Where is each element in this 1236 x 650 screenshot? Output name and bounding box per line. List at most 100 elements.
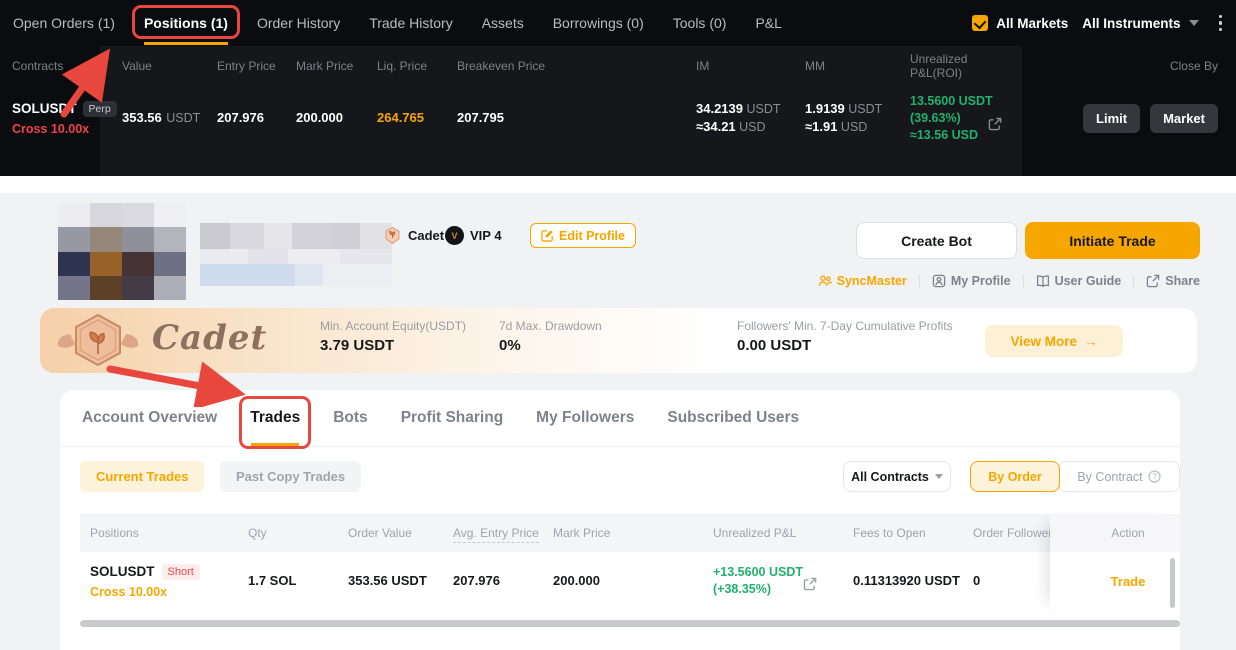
- action-column: Action Trade: [1050, 514, 1180, 610]
- tab-trades[interactable]: Trades: [250, 390, 300, 446]
- stat-max-drawdown: 7d Max. Drawdown 0%: [499, 319, 602, 354]
- external-link-icon[interactable]: [803, 577, 817, 591]
- trade-leverage: Cross 10.00x: [90, 585, 238, 599]
- col-action: Action: [1050, 514, 1180, 552]
- chevron-down-icon: [935, 474, 943, 479]
- profile-links: SyncMaster My Profile User Guide: [818, 274, 1200, 288]
- user-guide-link[interactable]: User Guide: [1036, 274, 1122, 288]
- level-title: Cadet: [152, 318, 267, 358]
- trade-avg-entry: 207.976: [453, 573, 500, 588]
- trade-row: SOLUSDT Short Cross 10.00x 1.7 SOL 353.5…: [80, 552, 1180, 610]
- stat-min-equity: Min. Account Equity(USDT) 3.79 USDT: [320, 319, 466, 354]
- view-more-button[interactable]: View More →: [985, 325, 1123, 357]
- position-value: 353.56: [122, 110, 162, 125]
- trades-card: Account Overview Trades Bots Profit Shar…: [60, 390, 1180, 650]
- external-link-icon[interactable]: [988, 117, 1002, 131]
- share-link[interactable]: Share: [1146, 274, 1200, 288]
- col-unrealized-pnl: Unrealized P&L(ROI): [910, 52, 1022, 80]
- tab-subscribed-users[interactable]: Subscribed Users: [667, 390, 799, 446]
- past-copy-trades-filter[interactable]: Past Copy Trades: [220, 461, 361, 492]
- trades-filters: Current Trades Past Copy Trades All Cont…: [60, 447, 1180, 503]
- initiate-trade-button[interactable]: Initiate Trade: [1025, 222, 1200, 259]
- create-bot-button[interactable]: Create Bot: [856, 222, 1017, 259]
- stat-followers-profits: Followers' Min. 7-Day Cumulative Profits…: [737, 319, 953, 354]
- col-mark-price: Mark Price: [543, 526, 703, 540]
- positions-panel: Open Orders (1) Positions (1) Order Hist…: [0, 0, 1236, 176]
- tab-trade-history[interactable]: Trade History: [369, 15, 453, 31]
- arrow-right-icon: →: [1084, 334, 1098, 349]
- position-row: SOLUSDT Perp Cross 10.00x 353.56 USDT 20…: [0, 86, 1236, 150]
- col-breakeven-price: Breakeven Price: [457, 59, 696, 73]
- close-limit-button[interactable]: Limit: [1083, 104, 1140, 133]
- section-divider: [0, 176, 1236, 193]
- col-unrealized-pnl: Unrealized P&L: [703, 526, 843, 540]
- side-badge: Short: [162, 564, 200, 580]
- edit-profile-button[interactable]: Edit Profile: [530, 223, 636, 248]
- col-close-by: Close By: [1022, 59, 1236, 73]
- level-badge-icon: [383, 226, 402, 245]
- people-icon: [818, 274, 832, 288]
- vip-chip: V VIP 4: [445, 226, 502, 245]
- col-fees-to-open: Fees to Open: [843, 526, 963, 540]
- breakeven-price: 207.795: [457, 110, 504, 125]
- trade-mark-price: 200.000: [553, 573, 600, 588]
- all-markets-checkbox[interactable]: [972, 15, 988, 31]
- all-instruments-select[interactable]: All Instruments: [1082, 16, 1180, 31]
- col-im: IM: [696, 59, 805, 73]
- trades-header-row: Positions Qty Order Value Avg. Entry Pri…: [80, 514, 1180, 552]
- tab-assets[interactable]: Assets: [482, 15, 524, 31]
- close-market-button[interactable]: Market: [1150, 104, 1218, 133]
- tab-tools[interactable]: Tools (0): [673, 15, 727, 31]
- vip-badge-icon: V: [445, 226, 464, 245]
- help-icon: ?: [1148, 470, 1161, 483]
- horizontal-scrollbar[interactable]: [80, 620, 1180, 627]
- mm-cell: 1.9139 USDT ≈1.91 USD: [805, 100, 910, 136]
- avatar: [58, 203, 186, 300]
- tab-open-orders[interactable]: Open Orders (1): [13, 15, 115, 31]
- trade-symbol: SOLUSDT: [90, 564, 155, 579]
- tab-my-followers[interactable]: My Followers: [536, 390, 634, 446]
- trade-followers: 0: [973, 573, 980, 588]
- tab-account-overview[interactable]: Account Overview: [82, 390, 217, 446]
- positions-tabbar: Open Orders (1) Positions (1) Order Hist…: [0, 0, 1236, 46]
- cadet-badge-icon: [52, 312, 144, 370]
- chevron-down-icon[interactable]: [1189, 20, 1199, 26]
- col-contracts: Contracts: [0, 59, 100, 73]
- tab-bots[interactable]: Bots: [333, 390, 367, 446]
- all-contracts-select[interactable]: All Contracts: [843, 461, 951, 492]
- col-liq-price: Liq. Price: [377, 59, 457, 73]
- by-order-toggle[interactable]: By Order: [970, 461, 1060, 492]
- top-controls: All Markets All Instruments: [972, 0, 1222, 46]
- more-menu-icon[interactable]: [1219, 15, 1223, 32]
- entry-price: 207.976: [217, 110, 264, 125]
- screen: Open Orders (1) Positions (1) Order Hist…: [0, 0, 1236, 650]
- level-banner: Cadet Min. Account Equity(USDT) 3.79 USD…: [40, 308, 1197, 373]
- col-order-value: Order Value: [338, 526, 443, 540]
- col-value: Value: [100, 59, 217, 73]
- trade-order-value: 353.56 USDT: [348, 573, 427, 588]
- mark-price: 200.000: [296, 110, 343, 125]
- level-chip: Cadet: [383, 226, 444, 245]
- col-positions: Positions: [80, 526, 238, 540]
- all-markets-label: All Markets: [996, 16, 1068, 31]
- trade-action-link[interactable]: Trade: [1111, 574, 1146, 589]
- tab-borrowings[interactable]: Borrowings (0): [553, 15, 644, 31]
- by-contract-toggle[interactable]: By Contract ?: [1058, 461, 1180, 492]
- col-avg-entry-price: Avg. Entry Price: [443, 526, 543, 540]
- tab-pnl[interactable]: P&L: [755, 15, 781, 31]
- trades-table: Positions Qty Order Value Avg. Entry Pri…: [80, 514, 1180, 610]
- positions-table: Contracts Value Entry Price Mark Price L…: [0, 46, 1236, 176]
- positions-header-row: Contracts Value Entry Price Mark Price L…: [0, 46, 1236, 86]
- my-profile-link[interactable]: My Profile: [932, 274, 1011, 288]
- position-leverage: Cross 10.00x: [12, 122, 100, 136]
- liq-price: 264.765: [377, 110, 424, 125]
- group-toggle: By Order By Contract ?: [970, 461, 1180, 492]
- tab-positions[interactable]: Positions (1): [144, 15, 228, 31]
- vertical-scrollbar[interactable]: [1170, 558, 1175, 608]
- current-trades-filter[interactable]: Current Trades: [80, 461, 204, 492]
- col-entry-price: Entry Price: [217, 59, 296, 73]
- tab-profit-sharing[interactable]: Profit Sharing: [401, 390, 503, 446]
- syncmaster-link[interactable]: SyncMaster: [818, 274, 907, 288]
- tab-order-history[interactable]: Order History: [257, 15, 340, 31]
- profile-card-icon: [932, 274, 946, 288]
